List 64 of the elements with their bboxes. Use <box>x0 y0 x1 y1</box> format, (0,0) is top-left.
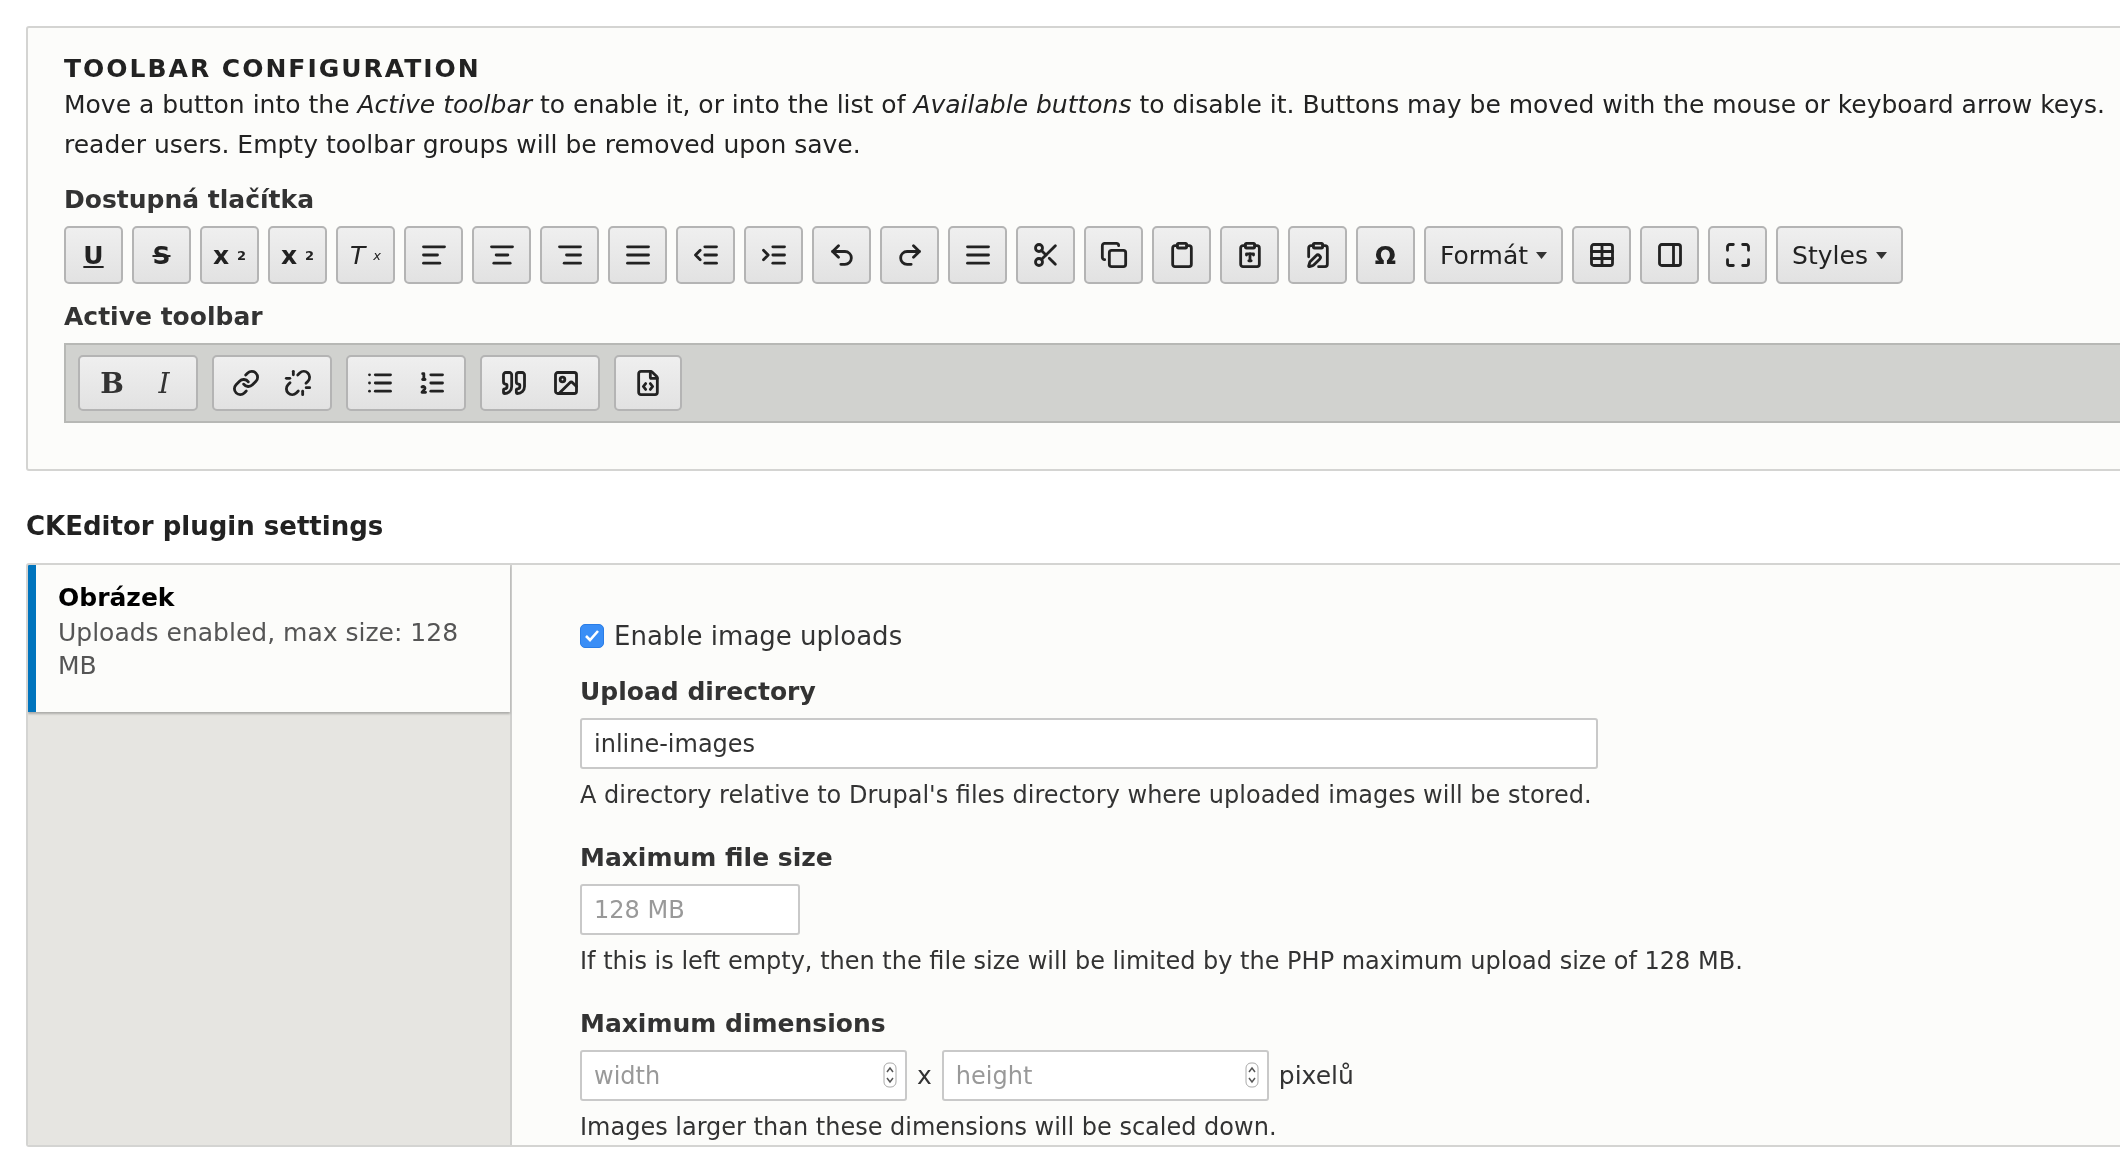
align-right-button[interactable] <box>540 226 599 284</box>
scissors-button[interactable] <box>1016 226 1075 284</box>
field-label: Upload directory <box>580 677 817 706</box>
image-icon <box>552 369 580 397</box>
check-icon <box>584 629 600 643</box>
caret-icon <box>1536 251 1548 259</box>
number-field[interactable]: width <box>580 1050 907 1101</box>
unit-text: pixelů <box>1277 1061 1355 1090</box>
quote-icon <box>500 369 528 397</box>
description-text: Move a button into the Active toolbar to enable it, or into the list of Available buttons to disable it. Buttons may be moved with the mouse or keyboard arrow keys. <box>64 89 2106 121</box>
copy-icon <box>1099 241 1128 269</box>
table-icon <box>1587 241 1616 269</box>
unlink-icon <box>284 369 312 397</box>
numbered-list-icon <box>418 369 446 397</box>
number-field[interactable]: height <box>941 1050 1269 1101</box>
strikethrough-button[interactable]: S <box>132 226 191 284</box>
checkbox[interactable] <box>580 624 604 648</box>
indent-button[interactable] <box>744 226 803 284</box>
separator-text: x <box>916 1061 933 1090</box>
link-icon <box>232 369 260 397</box>
field-label: Maximum dimensions <box>580 1009 887 1038</box>
undo-button[interactable] <box>812 226 871 284</box>
table-button[interactable] <box>1572 226 1632 284</box>
align-justify-button[interactable] <box>608 226 667 284</box>
stepper-icon <box>1244 1062 1259 1088</box>
special-character-button[interactable]: Ω <box>1356 226 1415 284</box>
underline-button[interactable]: U <box>64 226 123 284</box>
stepper-icon <box>883 1062 897 1088</box>
description-text: reader users. Empty toolbar groups will be removed upon save. <box>64 129 862 161</box>
redo-button[interactable] <box>880 226 939 284</box>
bold-button[interactable]: B <box>86 357 138 409</box>
maximize-button[interactable] <box>1708 226 1768 284</box>
dropdown-button[interactable]: Formát <box>1424 226 1564 284</box>
field-label: Maximum file size <box>580 843 834 872</box>
align-center-button[interactable] <box>472 226 531 284</box>
clipboard-pen-button[interactable] <box>1288 226 1347 284</box>
input-field[interactable]: 128 MB <box>580 884 800 935</box>
tab-summary: Uploads enabled, max size: 128 MB <box>58 617 460 682</box>
italic-button[interactable]: I <box>138 357 190 409</box>
field-description: If this is left empty, then the file size will be limited by the PHP maximum upload size of 128 MB. <box>580 947 1744 975</box>
checkbox-label: Enable image uploads <box>614 621 903 651</box>
outdent-button[interactable] <box>676 226 735 284</box>
maximize-icon <box>1723 241 1752 269</box>
section-label: Active toolbar <box>64 302 264 331</box>
panel-icon <box>1655 241 1684 269</box>
clipboard-text-button[interactable] <box>1220 226 1279 284</box>
scissors-icon <box>1031 241 1060 269</box>
align-left-button[interactable] <box>404 226 463 284</box>
section-label: Dostupná tlačítka <box>64 185 316 214</box>
field-description: A directory relative to Drupal's files directory where uploaded images will be stored. <box>580 781 1593 809</box>
panel-button[interactable] <box>1640 226 1700 284</box>
caret-icon <box>1875 251 1887 259</box>
vertical-tab[interactable]: Obrázek Uploads enabled, max size: 128 MB <box>28 565 510 712</box>
superscript-button[interactable]: x$^{2}$ <box>200 226 259 284</box>
input-field[interactable]: inline-images <box>580 718 1598 769</box>
horizontal-lines-button[interactable] <box>948 226 1007 284</box>
field-description: Images larger than these dimensions will be scaled down. <box>580 1113 1278 1141</box>
dropdown-button[interactable]: Styles <box>1776 226 1903 284</box>
source-code-icon <box>634 369 662 397</box>
clipboard-button[interactable] <box>1152 226 1211 284</box>
copy-button[interactable] <box>1084 226 1143 284</box>
fieldset-title: TOOLBAR CONFIGURATION <box>64 54 482 83</box>
tab-title: Obrázek <box>58 583 176 612</box>
section-title: CKEditor plugin settings <box>26 511 385 541</box>
